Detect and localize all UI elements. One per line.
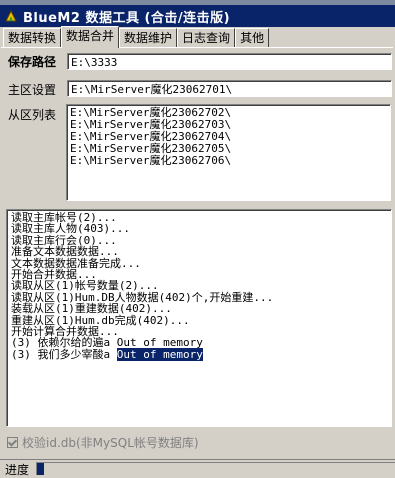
tab-5[interactable]: 其他: [235, 28, 270, 48]
tab-3[interactable]: 数据维护: [119, 28, 178, 48]
progress-label: 进度: [5, 463, 30, 477]
sub-area-list[interactable]: E:\MirServer魔化23062702\ E:\MirServer魔化230…: [66, 104, 391, 201]
log-line-text: (3) 我们多少宰酸a: [11, 347, 117, 361]
verify-iddb-checkbox[interactable]: [7, 437, 18, 448]
app-icon: [3, 8, 19, 24]
save-path-input[interactable]: E:\3333: [67, 53, 392, 70]
status-bar: 进度: [0, 459, 395, 477]
tab-strip: 数据转换 数据合并 数据维护 日志查询 其他: [3, 26, 270, 48]
main-area-input[interactable]: E:\MirServer魔化23062701\: [67, 80, 392, 97]
progress-fill: [37, 463, 45, 475]
verify-iddb-label: 校验id.db(非MySQL帐号数据库): [22, 436, 199, 450]
log-line: (3) 我们多少宰酸a Out of memory: [11, 347, 391, 361]
window-title: BlueM2 数据工具 (合击/连击版): [23, 10, 231, 26]
tab-1[interactable]: 数据转换: [3, 28, 62, 48]
sub-area-item[interactable]: E:\MirServer魔化23062706\: [70, 155, 390, 167]
title-bar: BlueM2 数据工具 (合击/连击版): [0, 5, 395, 27]
log-line-error: Out of memory: [116, 347, 203, 361]
save-path-label: 保存路径: [8, 55, 57, 69]
main-area-label: 主区设置: [8, 83, 57, 97]
verify-iddb-checkbox-row[interactable]: 校验id.db(非MySQL帐号数据库): [7, 434, 199, 451]
tab-4[interactable]: 日志查询: [177, 28, 236, 48]
log-output[interactable]: 读取主库帐号(2)... 读取主库人物(403)... 读取主库行会(0)... 准备…: [6, 209, 392, 427]
progress-bar: [36, 462, 395, 475]
sub-area-label: 从区列表: [8, 108, 57, 122]
tab-2[interactable]: 数据合并: [61, 26, 120, 48]
